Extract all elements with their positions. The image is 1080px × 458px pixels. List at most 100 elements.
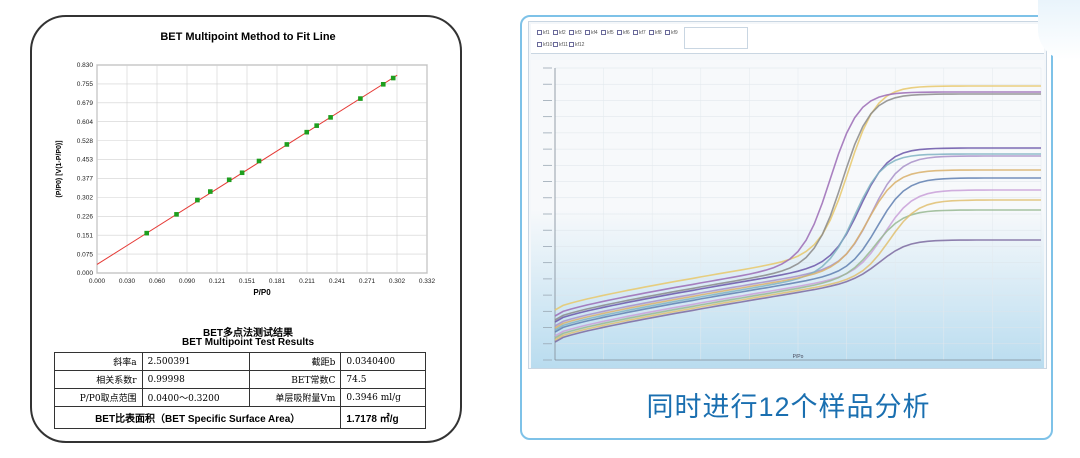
legend-item[interactable]: kf8 (649, 29, 662, 37)
legend-item[interactable]: kf9 (665, 29, 678, 37)
data-point (208, 189, 213, 194)
data-point (390, 75, 396, 81)
data-point (226, 177, 232, 183)
x-tick-label: 0.121 (209, 278, 226, 285)
legend-item-label: kf9 (671, 30, 678, 36)
results-table: 斜率a 2.500391 截距b 0.0340400 相关系数r 0.99998… (53, 352, 426, 429)
bet-fit-chart: 0.000 0.030 0.060 0.090 0.121 0.151 0.181 0.211… (56, 62, 436, 297)
checkbox-icon[interactable] (633, 30, 638, 36)
x-tick-label: 0.181 (269, 278, 286, 285)
y-tick-label: 0.000 (77, 270, 94, 277)
y-tick-label: 0.679 (77, 100, 94, 107)
data-point (358, 96, 363, 101)
table-row: BET比表面积（BET Specific Surface Area） 1.717… (53, 406, 426, 429)
legend-item[interactable]: kf7 (633, 29, 646, 37)
checkbox-icon[interactable] (553, 30, 558, 36)
x-tick-label: 0.030 (119, 278, 136, 285)
legend-item[interactable]: kf12 (569, 41, 584, 49)
x-tick-label: 0.000 (89, 278, 106, 285)
checkbox-icon[interactable] (665, 30, 670, 36)
data-point (239, 170, 245, 176)
y-tick-label: 0.075 (77, 251, 94, 258)
checkbox-icon[interactable] (569, 42, 574, 48)
legend-item-label: kf2 (559, 30, 566, 36)
legend-item[interactable]: kf4 (585, 29, 598, 37)
legend-item-label: kf11 (559, 42, 569, 48)
plot-frame (96, 64, 428, 274)
y-tick-label: 0.528 (77, 138, 94, 145)
monolayer-label: 单层吸附量Vm (248, 388, 342, 407)
y-tick-label: 0.377 (77, 176, 94, 183)
legend-item-label: kf10 (543, 42, 553, 48)
x-tick-label: 0.302 (389, 278, 406, 285)
legend-item-label: kf1 (543, 30, 550, 36)
range-value: 0.0400～0.3200 (141, 388, 250, 407)
legend-item-label: kf12 (575, 42, 585, 48)
data-point (144, 230, 149, 236)
legend-item-label: kf3 (575, 30, 582, 36)
sample-legend: kf1 kf2 kf3 kf4 kf5 kf6 kf7 kf8 kf9 kf10 kf11 kf12 (531, 24, 1044, 54)
checkbox-icon[interactable] (617, 30, 622, 36)
data-point (174, 212, 179, 217)
legend-item[interactable]: kf11 (553, 41, 568, 49)
checkbox-icon[interactable] (553, 42, 558, 48)
legend-item-label: kf8 (655, 30, 662, 36)
data-point (195, 197, 200, 203)
y-tick-label: 0.453 (77, 157, 94, 164)
legend-item[interactable]: kf10 (537, 41, 552, 49)
data-point (304, 129, 310, 135)
x-tick-label: 0.090 (179, 278, 196, 285)
data-point (284, 142, 290, 147)
legend-item[interactable]: kf2 (553, 29, 566, 37)
correlation-value: 0.99998 (141, 370, 250, 389)
surface-area-value: 1.7178 ㎡/g (340, 406, 426, 429)
legend-item-label: kf5 (607, 30, 614, 36)
legend-item-label: kf7 (639, 30, 646, 36)
isotherm-software-window: kf1 kf2 kf3 kf4 kf5 kf6 kf7 kf8 kf9 kf10 kf11 kf12… (528, 21, 1047, 369)
slope-value: 2.500391 (141, 352, 250, 371)
checkbox-icon[interactable] (537, 42, 542, 48)
intercept-value: 0.0340400 (340, 352, 426, 371)
caption: 同时进行12个样品分析 (646, 392, 931, 422)
bet-constant-label: BET常数C (248, 370, 342, 389)
table-row: 相关系数r 0.99998 BET常数C 74.5 (54, 370, 426, 389)
data-point (314, 123, 319, 128)
x-tick-label: 0.211 (299, 278, 315, 285)
data-point (256, 158, 262, 164)
correlation-label: 相关系数r (54, 370, 143, 389)
legend-item-label: kf4 (591, 30, 598, 36)
x-tick-label: 0.060 (149, 278, 166, 285)
legend-item[interactable]: kf5 (601, 29, 614, 37)
bet-constant-value: 74.5 (340, 370, 426, 389)
intercept-label: 截距b (248, 352, 342, 371)
y-tick-label: 0.830 (77, 62, 94, 69)
isotherm-plot: P/Po (531, 60, 1044, 368)
checkbox-icon[interactable] (569, 30, 574, 36)
checkbox-icon[interactable] (649, 30, 654, 36)
y-tick-label: 0.302 (77, 195, 94, 202)
slope-label: 斜率a (54, 352, 143, 371)
bet-chart-title: BET Multipoint Method to Fit Line (160, 31, 336, 43)
table-row: 斜率a 2.500391 截距b 0.0340400 (54, 352, 426, 371)
monolayer-value: 0.3946 ml/g (340, 388, 426, 407)
page: BET Multipoint Method to Fit Line 0.000 0… (0, 0, 1080, 458)
checkbox-icon[interactable] (585, 30, 590, 36)
y-tick-label: 0.151 (77, 232, 94, 239)
x-axis-label: P/Po (793, 354, 804, 360)
data-point (380, 81, 386, 87)
x-tick-label: 0.271 (359, 278, 376, 285)
x-tick-label: 0.151 (239, 278, 256, 285)
y-tick-label: 0.755 (77, 81, 94, 88)
checkbox-icon[interactable] (537, 30, 542, 36)
legend-item[interactable]: kf6 (617, 29, 630, 37)
multi-sample-card: kf1 kf2 kf3 kf4 kf5 kf6 kf7 kf8 kf9 kf10 kf11 kf12… (520, 15, 1053, 440)
results-title-en: BET Multipoint Test Results (181, 337, 315, 348)
legend-item[interactable]: kf3 (569, 29, 582, 37)
legend-item[interactable]: kf1 (537, 29, 550, 37)
checkbox-icon[interactable] (601, 30, 606, 36)
legend-item-label: kf6 (623, 30, 630, 36)
table-row: P/P0取点范围 0.0400～0.3200 单层吸附量Vm 0.3946 ml… (54, 388, 426, 407)
y-tick-label: 0.604 (77, 119, 94, 126)
x-axis-label: P/P0 (253, 288, 271, 297)
y-axis-label: (P/P0) [V(1-P/P0)] (56, 140, 63, 197)
